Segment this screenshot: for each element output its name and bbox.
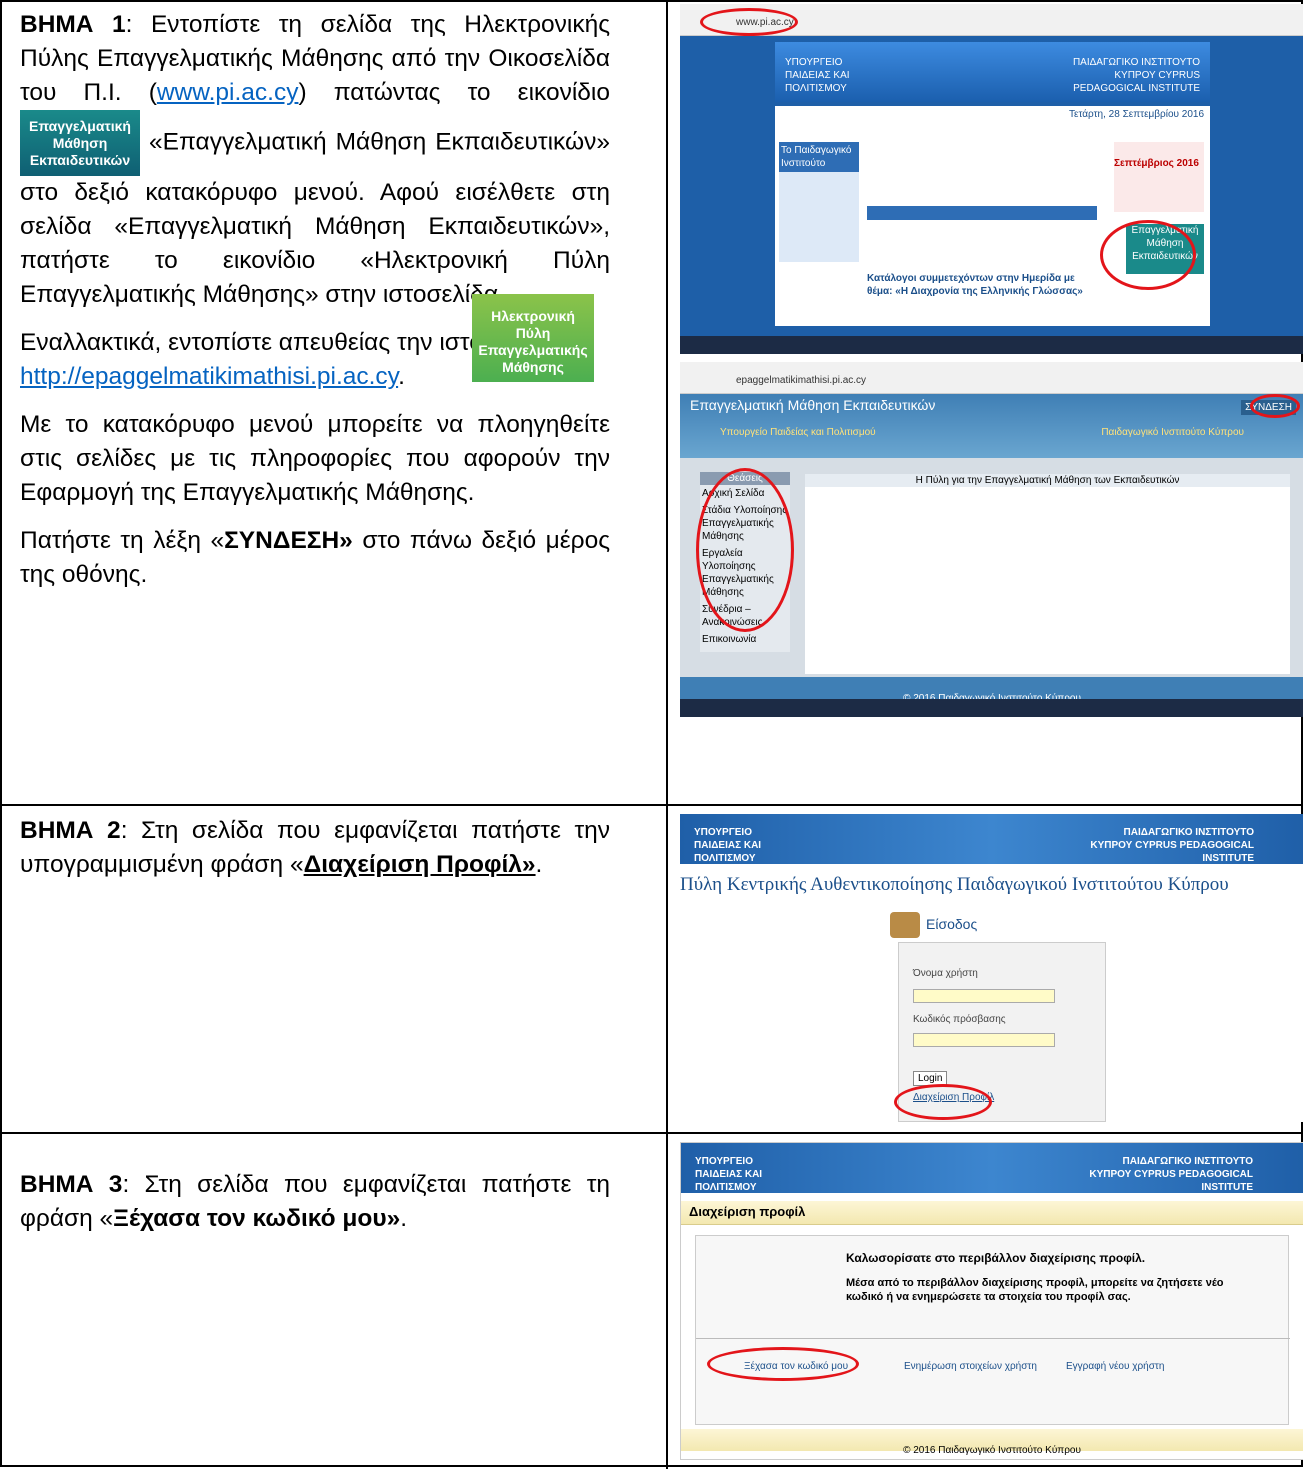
- screenshot-pi-homepage: www.pi.ac.cy ΥΠΟΥΡΓΕΙΟ ΠΑΙΔΕΙΑΣ ΚΑΙ ΠΟΛΙ…: [680, 4, 1303, 354]
- icon2-label: Ηλεκτρονική Πύλη Επαγγελματικής Μάθησης: [478, 308, 588, 375]
- login-heading: Είσοδος: [926, 916, 978, 932]
- shot1-sidebar: Το Παιδαγωγικό Ινστιτούτο: [779, 142, 859, 262]
- username-label: Όνομα χρήστη: [913, 968, 978, 979]
- promo-highlight: [1100, 220, 1196, 290]
- shot1-date: Τετάρτη, 28 Σεπτεμβρίου 2016: [1069, 109, 1204, 120]
- step1-intro-cont: ) πατώντας το εικονίδιο: [298, 79, 610, 106]
- step3-heading: ΒΗΜΑ 3: [20, 1171, 123, 1198]
- shot4-divider: [696, 1338, 1290, 1339]
- shot2-header: Επαγγελματική Μάθηση Εκπαιδευτικών Υπουρ…: [680, 394, 1303, 458]
- register-user-link[interactable]: Εγγραφή νέου χρήστη: [1066, 1360, 1164, 1373]
- column-divider: [666, 2, 668, 1469]
- row-divider-2: [2, 1132, 1303, 1134]
- shot3-banner: ΥΠΟΥΡΓΕΙΟ ΠΑΙΔΕΙΑΣ ΚΑΙ ΠΟΛΙΤΙΣΜΟΥ ΠΑΙΔΑΓ…: [680, 814, 1303, 864]
- professional-learning-icon: Επαγγελματική Μάθηση Εκπαιδευτικών: [20, 110, 140, 176]
- shot1-ministry: ΥΠΟΥΡΓΕΙΟ ΠΑΙΔΕΙΑΣ ΚΑΙ ΠΟΛΙΤΙΣΜΟΥ: [785, 57, 850, 94]
- profile-link-highlight: [894, 1084, 992, 1120]
- shot2-panel-title: Η Πύλη για την Επαγγελματική Μάθηση των …: [805, 474, 1290, 487]
- shot4-footer: © 2016 Παιδαγωγικό Ινστιτούτο Κύπρου: [681, 1429, 1303, 1456]
- portal-title: Πύλη Κεντρικής Αυθεντικοποίησης Παιδαγωγ…: [680, 874, 1229, 895]
- shot4-ministry: ΥΠΟΥΡΓΕΙΟ ΠΑΙΔΕΙΑΣ ΚΑΙ ΠΟΛΙΤΙΣΜΟΥ: [695, 1156, 763, 1193]
- shot1-taskbar: [680, 336, 1303, 354]
- password-input[interactable]: [913, 1033, 1055, 1047]
- login-pre: Πατήστε τη λέξη «: [20, 527, 225, 554]
- password-label: Κωδικός πρόσβασης: [913, 1014, 1006, 1025]
- shot2-right-title: Παιδαγωγικό Ινστιτούτο Κύπρου: [1101, 427, 1244, 438]
- icon1-label: Επαγγελματική Μάθηση Εκπαιδευτικών: [29, 118, 131, 168]
- shot2-title: Επαγγελματική Μάθηση Εκπαιδευτικών: [690, 397, 936, 413]
- update-user-link[interactable]: Ενημέρωση στοιχείων χρήστη: [904, 1360, 1037, 1373]
- shot4-section-title: Διαχείριση προφίλ: [689, 1204, 806, 1219]
- shot1-side-title: Το Παιδαγωγικό Ινστιτούτο: [779, 142, 859, 172]
- shot1-page: ΥΠΟΥΡΓΕΙΟ ΠΑΙΔΕΙΑΣ ΚΑΙ ΠΟΛΙΤΙΣΜΟΥ ΠΑΙΔΑΓ…: [680, 36, 1303, 336]
- shot4-intro: Μέσα από το περιβάλλον διαχείρισης προφί…: [846, 1277, 1224, 1303]
- pi-link[interactable]: www.pi.ac.cy: [157, 79, 299, 106]
- step2-suffix: .: [535, 851, 543, 878]
- shot4-banner: ΥΠΟΥΡΓΕΙΟ ΠΑΙΔΕΙΑΣ ΚΑΙ ΠΟΛΙΤΙΣΜΟΥ ΠΑΙΔΑΓ…: [681, 1143, 1303, 1193]
- shot2-subtitle: Υπουργείο Παιδείας και Πολιτισμού: [720, 427, 876, 438]
- shot4-welcome: Καλωσορίσατε στο περιβάλλον διαχείρισης …: [846, 1251, 1146, 1265]
- shot1-institute: ΠΑΙΔΑΓΩΓΙΚΟ ΙΝΣΤΙΤΟΥΤΟ ΚΥΠΡΟΥ CYPRUS PED…: [1072, 57, 1200, 94]
- step3-text: ΒΗΜΑ 3: Στη σελίδα που εμφανίζεται πατήσ…: [20, 1168, 610, 1250]
- portal-link[interactable]: http://epaggelmatikimathisi.pi.ac.cy: [20, 363, 398, 390]
- shot1-news-title: Τελευταίες ανακοινώσεις: [871, 222, 979, 233]
- shot2-panel: Η Πύλη για την Επαγγελματική Μάθηση των …: [805, 474, 1290, 674]
- instruction-table: ΒΗΜΑ 1: Εντοπίστε τη σελίδα της Ηλεκτρον…: [0, 0, 1303, 1469]
- shot4-section-bar: Διαχείριση προφίλ: [681, 1201, 1303, 1225]
- shot1-calendar: Σεπτέμβριος 2016: [1114, 142, 1204, 212]
- browser-toolbar: epaggelmatikimathisi.pi.ac.cy: [680, 362, 1303, 394]
- forgot-highlight: [707, 1347, 859, 1381]
- shot3-ministry: ΥΠΟΥΡΓΕΙΟ ΠΑΙΔΕΙΑΣ ΚΑΙ ΠΟΛΙΤΙΣΜΟΥ: [694, 827, 762, 864]
- step2-text: ΒΗΜΑ 2: Στη σελίδα που εμφανίζεται πατήσ…: [20, 814, 610, 896]
- shot1-banner: ΥΠΟΥΡΓΕΙΟ ΠΑΙΔΕΙΑΣ ΚΑΙ ΠΟΛΙΤΙΣΜΟΥ ΠΑΙΔΑΓ…: [775, 42, 1210, 102]
- electronic-portal-icon: Ηλεκτρονική Πύλη Επαγγελματικής Μάθησης: [472, 294, 594, 382]
- step3-phrase: Ξέχασα τον κωδικό μου»: [113, 1205, 401, 1232]
- shot1-content: Τετάρτη, 28 Σεπτεμβρίου 2016 Το Παιδαγωγ…: [775, 106, 1210, 326]
- keys-icon: [890, 912, 920, 938]
- username-input[interactable]: [913, 989, 1055, 1003]
- menu-item-contact[interactable]: Επικοινωνία: [700, 631, 790, 648]
- login-word: ΣΥΝΔΕΣΗ»: [224, 527, 353, 554]
- shot2-taskbar: [680, 699, 1303, 717]
- shot1-news-bar: Τελευταίες ανακοινώσεις: [867, 206, 1097, 233]
- step2-phrase: Διαχείριση Προφίλ»: [303, 851, 536, 878]
- shot4-footer-text: © 2016 Παιδαγωγικό Ινστιτούτο Κύπρου: [903, 1445, 1081, 1456]
- screenshot-portal: epaggelmatikimathisi.pi.ac.cy Επαγγελματ…: [680, 362, 1303, 717]
- shot1-headline: Κατάλογοι συμμετεχόντων στην Ημερίδα με …: [867, 273, 1083, 297]
- screenshot-profile-management: ΥΠΟΥΡΓΕΙΟ ΠΑΙΔΕΙΑΣ ΚΑΙ ΠΟΛΙΤΙΣΜΟΥ ΠΑΙΔΑΓ…: [680, 1142, 1303, 1460]
- step1-heading: ΒΗΜΑ 1: [20, 11, 126, 38]
- step2-heading: ΒΗΜΑ 2: [20, 817, 121, 844]
- shot4-institute: ΠΑΙΔΑΓΩΓΙΚΟ ΙΝΣΤΙΤΟΥΤΟ ΚΥΠΡΟΥ CYPRUS PED…: [1089, 1156, 1253, 1193]
- row-divider-1: [2, 804, 1303, 806]
- shot4-panel: Καλωσορίσατε στο περιβάλλον διαχείρισης …: [695, 1235, 1290, 1425]
- screenshot-login: ΥΠΟΥΡΓΕΙΟ ΠΑΙΔΕΙΑΣ ΚΑΙ ΠΟΛΙΤΙΣΜΟΥ ΠΑΙΔΑΓ…: [680, 814, 1303, 1122]
- shot2-url: epaggelmatikimathisi.pi.ac.cy: [736, 375, 867, 386]
- portal-link-suffix: .: [398, 363, 405, 390]
- url-highlight: [700, 8, 798, 36]
- menu-text: Με το κατακόρυφο μενού μπορείτε να πλοηγ…: [20, 411, 610, 506]
- menu-highlight: [696, 468, 794, 632]
- login-highlight: [1250, 394, 1300, 418]
- shot1-calendar-title: Σεπτέμβριος 2016: [1114, 158, 1199, 169]
- step3-suffix: .: [400, 1205, 408, 1232]
- shot2-footer: © 2016 Παιδαγωγικό Ινστιτούτο Κύπρου: [680, 677, 1303, 704]
- shot3-institute: ΠΑΙΔΑΓΩΓΙΚΟ ΙΝΣΤΙΤΟΥΤΟ ΚΥΠΡΟΥ CYPRUS PED…: [1090, 827, 1254, 864]
